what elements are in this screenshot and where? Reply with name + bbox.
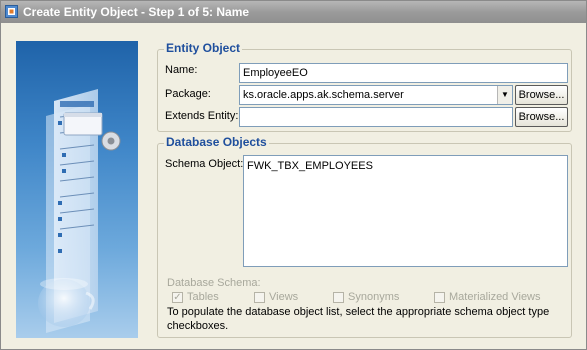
schema-hint-line-2: checkboxes. [167,320,229,332]
materialized-views-checkbox[interactable] [434,292,445,303]
schema-object-list[interactable]: FWK_TBX_EMPLOYEES [243,155,568,267]
tables-label: Tables [187,291,219,303]
synonyms-checkbox[interactable] [333,292,344,303]
extends-entity-field[interactable] [239,107,513,127]
browse-package-button[interactable]: Browse... [515,85,568,105]
create-entity-object-dialog: Create Entity Object - Step 1 of 5: Name [0,0,587,350]
schema-object-item[interactable]: FWK_TBX_EMPLOYEES [247,156,567,175]
package-label: Package: [165,88,211,100]
extends-entity-label: Extends Entity: [165,110,239,122]
wizard-icon [5,5,18,18]
entity-object-group-title: Entity Object [164,41,243,55]
tables-checkbox[interactable]: ✓ [172,292,183,303]
name-label: Name: [165,64,198,76]
window-title: Create Entity Object - Step 1 of 5: Name [23,5,250,19]
views-label: Views [269,291,299,303]
side-illustration [38,89,121,333]
name-field[interactable]: EmployeeEO [239,63,568,83]
synonyms-label: Synonyms [348,291,400,303]
title-bar: Create Entity Object - Step 1 of 5: Name [1,1,586,23]
package-value: ks.oracle.apps.ak.schema.server [243,89,404,101]
schema-object-label: Schema Object: [165,158,244,170]
database-objects-group-title: Database Objects [164,135,269,149]
package-combobox[interactable]: ks.oracle.apps.ak.schema.server ▼ [239,85,513,105]
wizard-side-image [16,41,138,338]
views-checkbox[interactable] [254,292,265,303]
database-schema-label: Database Schema: [167,277,261,289]
browse-extends-button[interactable]: Browse... [515,107,568,127]
materialized-views-label: Materialized Views [449,291,541,303]
schema-hint-line-1: To populate the database object list, se… [167,306,550,318]
chevron-down-icon[interactable]: ▼ [497,86,512,104]
